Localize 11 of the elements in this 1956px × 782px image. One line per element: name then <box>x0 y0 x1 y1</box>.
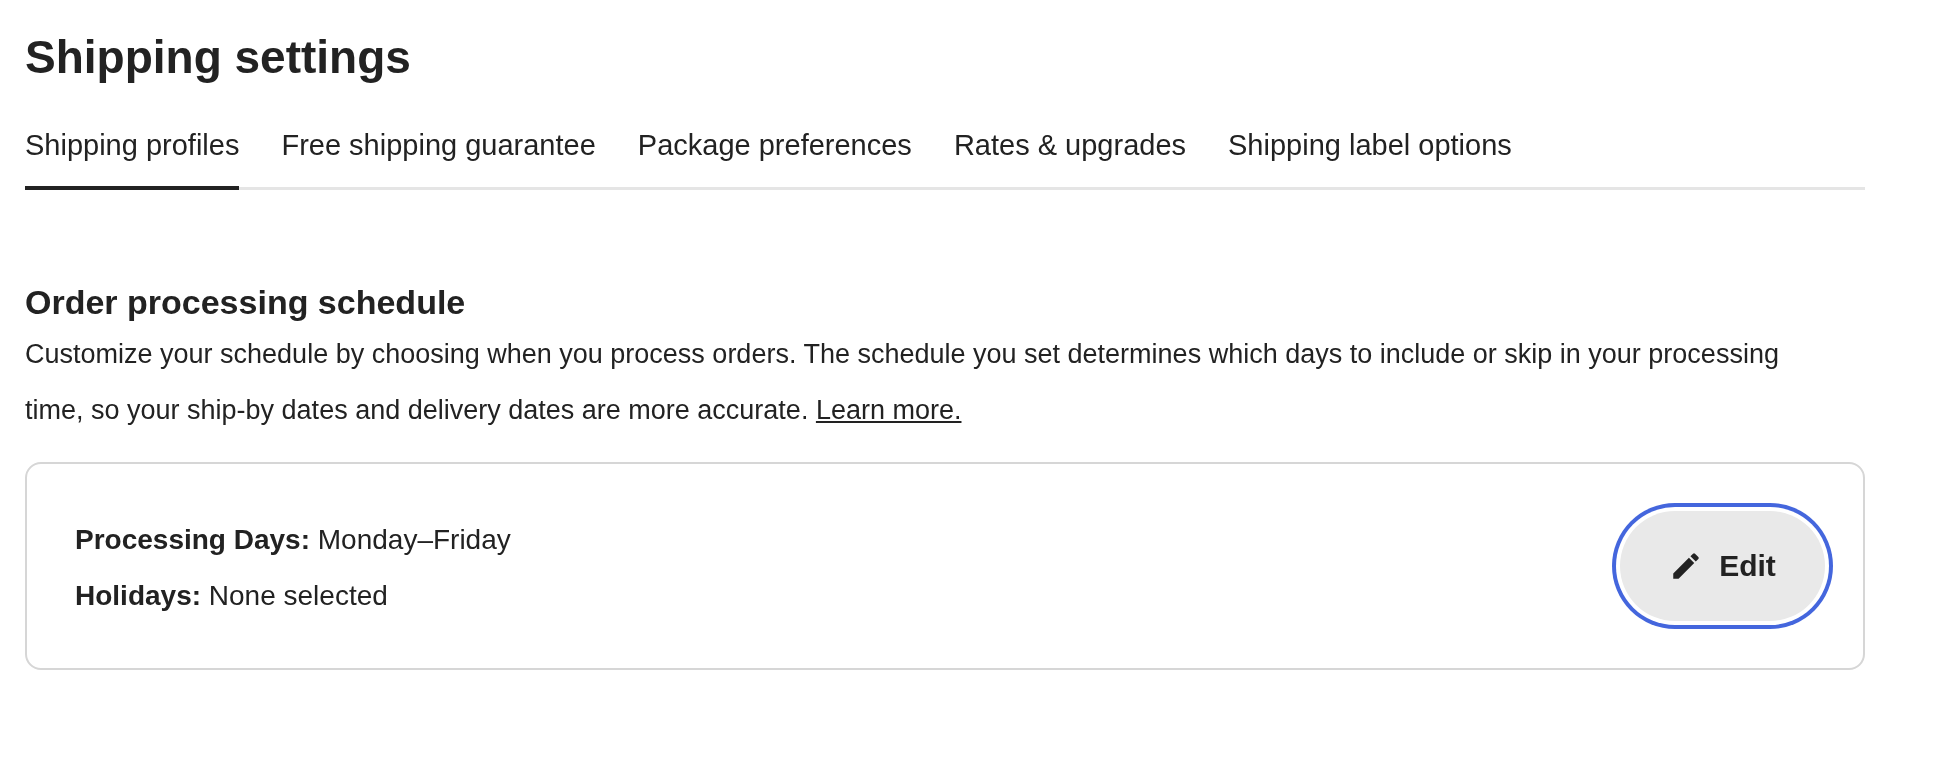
schedule-detail: Holidays: None selected <box>75 578 388 613</box>
page-title: Shipping settings <box>25 30 411 85</box>
schedule-detail: Processing Days: Monday–Friday <box>75 522 511 557</box>
section-description: Customize your schedule by choosing when you process orders. The schedule you set determines which days to include or skip in your processing time, so your ship-by dates and delivery dates are more accurate. Learn more. <box>25 337 1780 427</box>
learn-more-link[interactable]: Learn more. <box>815 394 962 425</box>
section-heading: Order processing schedule <box>25 281 466 323</box>
tab[interactable]: Shipping profiles <box>25 124 240 190</box>
tab[interactable]: Rates & upgrades <box>953 124 1187 190</box>
tab[interactable]: Package preferences <box>637 124 912 190</box>
tab[interactable]: Shipping label options <box>1228 124 1512 190</box>
tab[interactable]: Free shipping guarantee <box>281 124 596 190</box>
